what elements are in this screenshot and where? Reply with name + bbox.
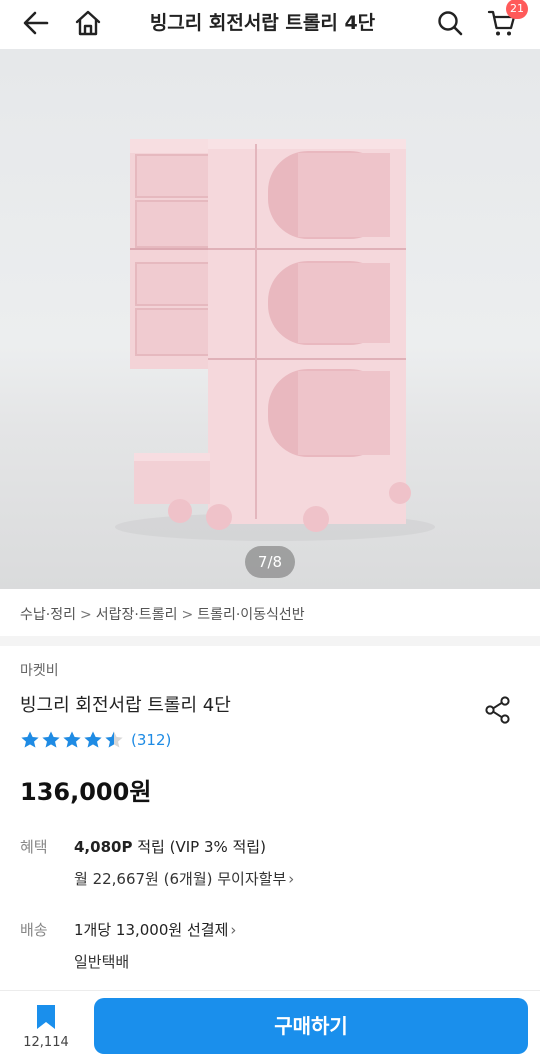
page-title: 빙그리 회전서랍 트롤리 4단 <box>149 12 376 34</box>
star-icon <box>63 731 81 748</box>
buy-button[interactable]: 구매하기 <box>94 998 528 1054</box>
installment-text: 월 22,667원 (6개월) 무이자할부 <box>74 870 287 888</box>
star-icon <box>84 731 102 748</box>
top-header: 빙그리 회전서랍 트롤리 4단 21 <box>0 0 540 46</box>
share-icon <box>485 696 510 724</box>
star-icon <box>105 731 123 748</box>
chevron-right-icon: › <box>288 870 295 888</box>
benefit-points: 4,080P 적립 (VIP 3% 적립) <box>74 836 266 857</box>
installment-link[interactable]: 월 22,667원 (6개월) 무이자할부 › <box>74 868 294 889</box>
vip-points: (VIP 3% 적립) <box>164 838 266 856</box>
image-counter: 7/8 <box>245 546 295 578</box>
seller-name[interactable]: 마켓비 <box>20 660 59 680</box>
benefit-label: 혜택 <box>20 838 48 856</box>
back-button[interactable] <box>18 5 54 41</box>
product-price: 136,000원 <box>20 778 152 806</box>
shipping-row: 배송 1개당 13,000원 선결제 › 일반택배 <box>20 919 520 979</box>
share-button[interactable] <box>482 694 514 726</box>
wishlist-button[interactable]: 12,114 <box>18 999 74 1057</box>
breadcrumb-item[interactable]: 수납·정리 <box>20 607 76 623</box>
breadcrumb-separator: > <box>181 607 194 623</box>
back-arrow-icon <box>23 11 49 35</box>
breadcrumb: 수납·정리 > 서랍장·트롤리 > 트롤리·이동식선반 <box>20 604 305 624</box>
breadcrumb-item[interactable]: 서랍장·트롤리 <box>96 607 178 623</box>
rating[interactable]: (312) <box>20 729 171 751</box>
chevron-right-icon: › <box>230 921 237 939</box>
bookmark-icon <box>37 1005 55 1029</box>
search-icon <box>438 11 463 36</box>
star-rating <box>20 730 125 750</box>
star-icon <box>21 731 39 748</box>
breadcrumb-separator: > <box>79 607 92 623</box>
product-image[interactable] <box>0 49 540 589</box>
benefit-row: 혜택 4,080P 적립 (VIP 3% 적립) 월 22,667원 (6개월)… <box>20 836 520 896</box>
section-divider <box>0 636 540 646</box>
shipping-fee-link[interactable]: 1개당 13,000원 선결제 › <box>74 919 236 940</box>
breadcrumb-item[interactable]: 트롤리·이동식선반 <box>197 607 305 623</box>
shipping-fee-suffix: 선결제 <box>182 921 229 939</box>
trolley-illustration <box>115 139 435 541</box>
product-name: 빙그리 회전서랍 트롤리 4단 <box>20 695 231 716</box>
shipping-fee: 1개당 13,000원 <box>74 921 183 939</box>
cart-button[interactable]: 21 <box>484 0 528 41</box>
search-button[interactable] <box>432 5 468 41</box>
wishlist-count: 12,114 <box>23 1035 69 1050</box>
review-count[interactable]: (312) <box>131 731 171 749</box>
star-icon <box>42 731 60 748</box>
shipping-type: 일반택배 <box>74 953 130 971</box>
shipping-label: 배송 <box>20 921 48 939</box>
points-suffix: 적립 <box>132 838 165 856</box>
points-amount: 4,080P <box>74 838 133 856</box>
bottom-purchase-bar: 12,114 구매하기 <box>0 990 540 1063</box>
cart-count-badge: 21 <box>506 0 528 19</box>
